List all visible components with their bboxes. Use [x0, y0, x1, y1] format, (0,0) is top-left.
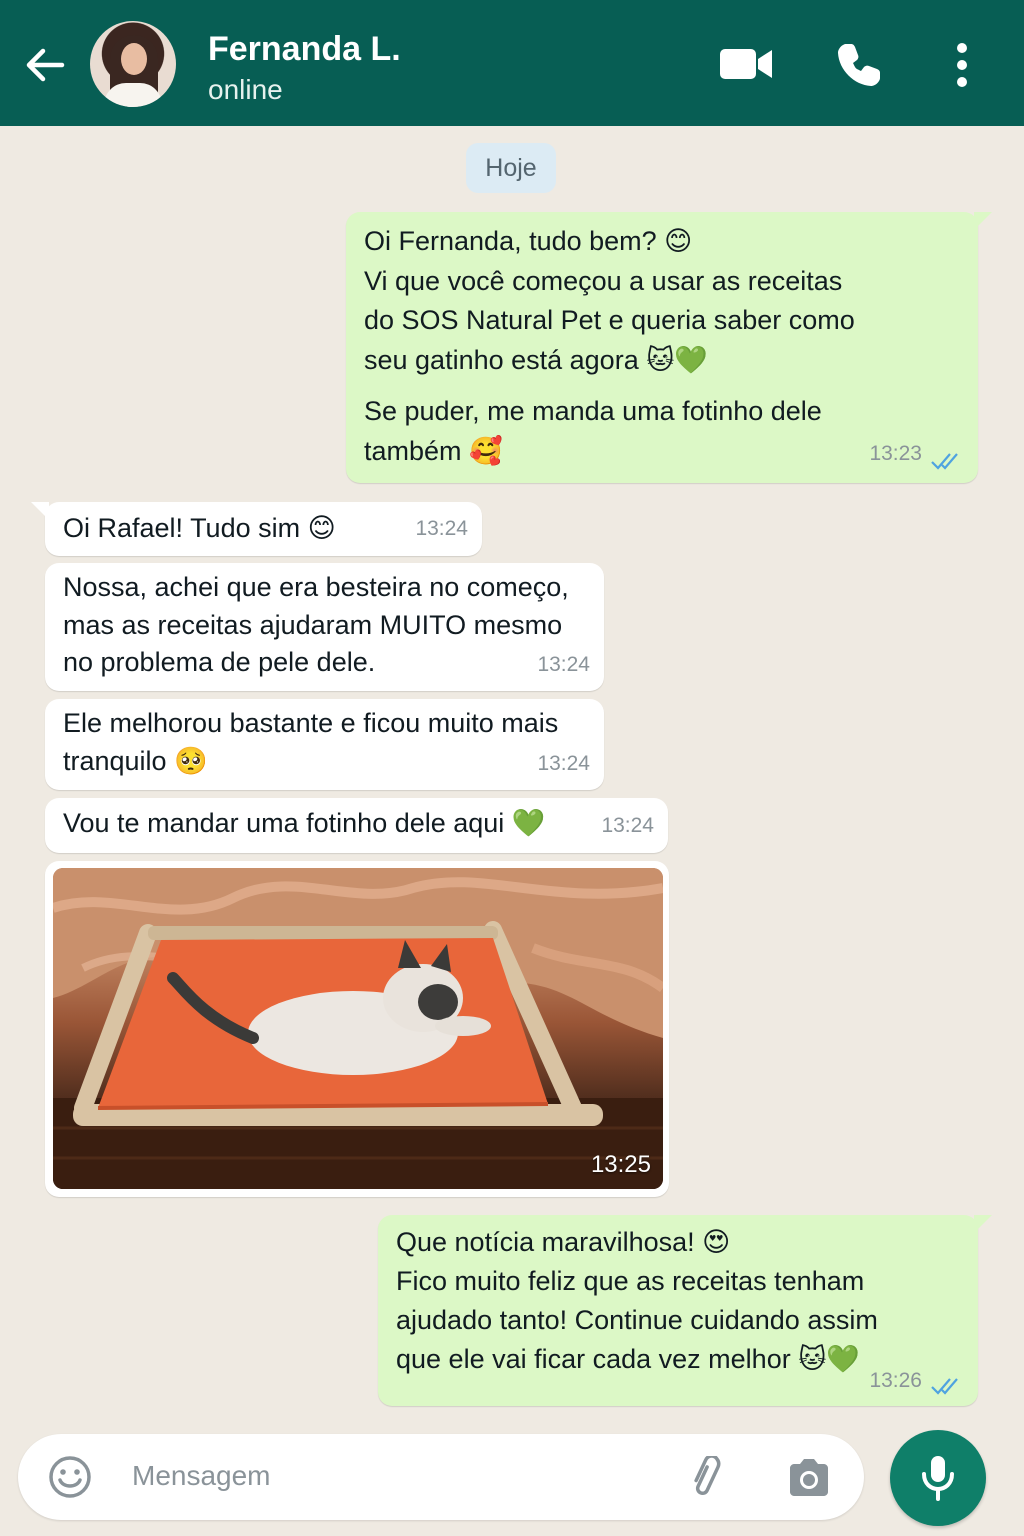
emoji-icon[interactable] [48, 1455, 92, 1499]
message-text: do SOS Natural Pet e queria saber como [364, 305, 855, 335]
voice-message-button[interactable] [890, 1430, 986, 1526]
message-input-bar[interactable]: Mensagem [18, 1434, 864, 1520]
camera-icon[interactable] [786, 1456, 832, 1498]
message-text: Vou te mandar uma fotinho dele aqui 💚 [63, 808, 546, 838]
video-call-icon[interactable] [718, 44, 774, 84]
microphone-icon [922, 1456, 954, 1501]
message-text: no problema de pele dele. [63, 647, 376, 677]
cat-hammock-illustration [53, 868, 663, 1189]
message-text: tranquilo 🥺 [63, 745, 208, 776]
outgoing-message-bubble[interactable]: Que notícia maravilhosa! 😍 Fico muito fe… [378, 1215, 992, 1406]
incoming-photo-message[interactable]: 13:25 [45, 861, 669, 1197]
message-time: 13:24 [601, 813, 654, 837]
bubble-tail [974, 212, 992, 230]
message-time: 13:24 [415, 516, 468, 540]
message-text: mas as receitas ajudaram MUITO mesmo [63, 609, 563, 640]
phone-icon[interactable] [834, 40, 884, 90]
message-text: Fico muito feliz que as receitas tenham [396, 1266, 865, 1296]
message-text: Oi Fernanda, tudo bem? 😊 [364, 226, 693, 256]
contact-status: online [208, 74, 283, 105]
avatar-shirt [104, 83, 162, 107]
bubble-tail [31, 502, 49, 520]
cat-photo[interactable]: 13:25 [53, 868, 663, 1189]
contact-name[interactable]: Fernanda L. [208, 30, 401, 69]
back-arrow-icon[interactable] [22, 42, 68, 88]
message-text: Nossa, achei que era besteira no começo, [63, 572, 569, 602]
contact-avatar[interactable] [90, 21, 176, 107]
message-text: Ele melhorou bastante e ficou muito mais [63, 708, 559, 738]
outgoing-message-bubble[interactable]: Oi Fernanda, tudo bem? 😊 Vi que você com… [346, 212, 992, 483]
read-receipt-icon [931, 453, 958, 470]
incoming-message-bubble[interactable]: Nossa, achei que era besteira no começo,… [45, 563, 604, 691]
message-text: ajudado tanto! Continue cuidando assim [396, 1305, 878, 1335]
bubble-tail [974, 1215, 992, 1233]
message-input[interactable]: Mensagem [132, 1460, 271, 1492]
chat-header: Fernanda L. online [0, 0, 1024, 126]
avatar-face [121, 43, 147, 75]
message-time: 13:24 [537, 751, 590, 775]
message-text: seu gatinho está agora 🐱💚 [364, 344, 708, 375]
read-receipt-icon [931, 1378, 958, 1395]
message-time: 13:23 [869, 441, 922, 465]
more-options-icon[interactable] [950, 42, 974, 88]
message-time: 13:24 [537, 652, 590, 676]
date-separator: Hoje [466, 143, 556, 193]
message-time: 13:25 [590, 1151, 651, 1178]
attach-icon[interactable] [686, 1456, 732, 1500]
message-text: Oi Rafael! Tudo sim 😊 [63, 513, 336, 543]
message-time: 13:26 [869, 1369, 922, 1392]
message-text: Vi que você começou a usar as receitas [364, 265, 843, 296]
message-text: Se puder, me manda uma fotinho dele [364, 396, 822, 426]
message-text: Que notícia maravilhosa! 😍 [396, 1227, 731, 1257]
incoming-message-bubble[interactable]: Ele melhorou bastante e ficou muito mais… [45, 699, 604, 790]
incoming-message-bubble[interactable]: Oi Rafael! Tudo sim 😊 13:24 [31, 502, 482, 556]
incoming-message-bubble[interactable]: Vou te mandar uma fotinho dele aqui 💚 13… [45, 798, 668, 853]
